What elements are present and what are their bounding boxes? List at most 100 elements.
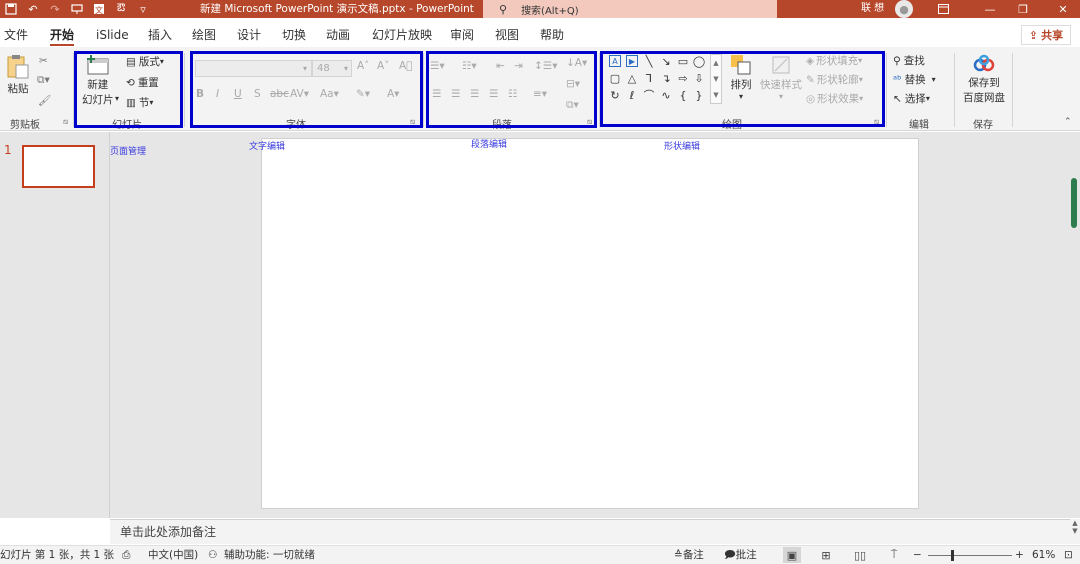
baidu-cloud-icon xyxy=(973,54,995,72)
tab-help[interactable]: 帮助 xyxy=(540,24,564,46)
tab-insert[interactable]: 插入 xyxy=(148,24,172,46)
copy-icon[interactable]: ⧉▾ xyxy=(37,74,50,87)
slide-info: 幻灯片 第 1 张，共 1 张 xyxy=(0,549,115,561)
paste-button[interactable]: 粘贴 xyxy=(6,53,30,96)
zoom-in-icon[interactable]: + xyxy=(1015,546,1024,564)
tab-animations[interactable]: 动画 xyxy=(326,24,350,46)
workspace: 1 xyxy=(0,132,1080,518)
clipboard-group-label: 剪贴板 xyxy=(10,120,40,131)
tab-home[interactable]: 开始 xyxy=(50,24,75,46)
highlight-font-group xyxy=(190,51,423,128)
find-button[interactable]: ⚲ 查找 xyxy=(893,53,925,68)
chevron-down-icon: ▾ xyxy=(925,94,930,103)
accessibility-status[interactable]: 辅助功能: 一切就绪 xyxy=(224,546,315,564)
chevron-down-icon[interactable]: ▼ xyxy=(1070,527,1080,535)
share-label: 共享 xyxy=(1041,29,1064,42)
search-icon: ⚲ xyxy=(499,2,508,16)
ribbon-tabs: 文件 开始 iSlide 插入 绘图 设计 切换 动画 幻灯片放映 审阅 视图 … xyxy=(0,24,1080,46)
annotation-text-editing: 文字编辑 xyxy=(249,142,286,152)
highlight-drawing-group xyxy=(600,51,885,127)
slide-sorter-icon[interactable]: ⊞ xyxy=(817,547,835,563)
notes-toggle[interactable]: ≙备注 xyxy=(674,546,704,564)
translate-icon[interactable]: 文 xyxy=(88,0,110,18)
ribbon-display-icon[interactable] xyxy=(928,0,958,18)
language-status[interactable]: 中文(中国) xyxy=(148,546,198,564)
tab-islide[interactable]: iSlide xyxy=(96,24,129,46)
svg-text:文: 文 xyxy=(95,5,103,15)
replace-label: 替换 xyxy=(904,74,926,86)
zoom-slider-thumb[interactable] xyxy=(951,550,954,561)
avatar[interactable]: ● xyxy=(895,0,913,18)
notes-pane[interactable]: 单击此处添加备注 xyxy=(110,519,1070,544)
present-icon[interactable] xyxy=(66,0,88,18)
zoom-slider-track[interactable] xyxy=(928,555,1012,556)
save-to-label-1: 保存到 xyxy=(968,77,1000,89)
normal-view-icon[interactable]: ▣ xyxy=(783,547,801,563)
save-icon[interactable] xyxy=(0,0,22,18)
shapes-icon[interactable]: ఔ xyxy=(110,0,132,18)
paste-label: 粘贴 xyxy=(7,83,29,95)
select-button[interactable]: ↖ 选择 ▾ xyxy=(893,91,930,106)
quick-access-toolbar: ↶ ↷ 文 ఔ ▿ xyxy=(0,0,154,18)
notes-scrollbar[interactable]: ▲ ▼ xyxy=(1070,519,1080,544)
comments-label: 批注 xyxy=(735,549,757,561)
chevron-up-icon[interactable]: ▲ xyxy=(1070,519,1080,527)
thumbnail-pane: 1 xyxy=(0,132,110,518)
undo-icon[interactable]: ↶ xyxy=(22,0,44,18)
slide-number: 1 xyxy=(4,143,12,157)
tab-transitions[interactable]: 切换 xyxy=(282,24,306,46)
tab-file[interactable]: 文件 xyxy=(4,24,28,46)
slide-canvas[interactable] xyxy=(261,138,919,509)
zoom-out-icon[interactable]: − xyxy=(913,546,922,564)
fit-slide-icon[interactable]: ⊡ xyxy=(1064,546,1073,564)
customize-qat-icon[interactable]: ▿ xyxy=(132,0,154,18)
chevron-down-icon: ▾ xyxy=(931,75,936,84)
zoom-level[interactable]: 61% xyxy=(1032,546,1055,564)
user-name[interactable]: 联 想 xyxy=(861,0,884,18)
annotation-shape-editing: 形状编辑 xyxy=(664,142,701,152)
separator xyxy=(184,53,185,127)
close-icon[interactable]: ✕ xyxy=(1048,0,1078,18)
separator xyxy=(886,53,887,127)
tab-review[interactable]: 审阅 xyxy=(450,24,474,46)
status-bar: 幻灯片 第 1 张，共 1 张 ⎙ 中文(中国) ⚇ 辅助功能: 一切就绪 ≙备… xyxy=(0,545,1080,564)
reading-view-icon[interactable]: ▯▯ xyxy=(851,547,869,563)
save-group-label: 保存 xyxy=(973,120,993,131)
search-label: 搜索(Alt+Q) xyxy=(521,5,579,17)
share-button[interactable]: ⇪ 共享 xyxy=(1021,25,1071,45)
notes-label: 备注 xyxy=(682,549,704,561)
minimize-icon[interactable]: — xyxy=(975,0,1005,18)
annotation-paragraph-editing: 段落编辑 xyxy=(471,140,508,150)
accessibility-icon[interactable]: ⚇ xyxy=(208,546,217,564)
cut-icon[interactable]: ✂ xyxy=(39,55,48,67)
separator xyxy=(1012,53,1013,127)
replace-button[interactable]: ᵃᵇ 替换 ▾ xyxy=(893,72,936,87)
search-box[interactable]: ⚲ 搜索(Alt+Q) xyxy=(483,0,777,18)
spellcheck-icon[interactable]: ⎙ xyxy=(122,546,130,564)
format-painter-icon[interactable]: 🖌 xyxy=(38,94,51,107)
scrollbar-thumb[interactable] xyxy=(1071,178,1077,228)
highlight-paragraph-group xyxy=(426,51,597,128)
editing-group-label: 编辑 xyxy=(909,120,929,131)
replace-icon: ᵃᵇ xyxy=(893,73,902,86)
slide-thumbnail[interactable] xyxy=(22,145,95,188)
slideshow-view-icon[interactable]: ⍑ xyxy=(885,547,903,563)
highlight-slides-group xyxy=(74,51,183,128)
clipboard-launcher-icon[interactable]: ⧅ xyxy=(63,117,68,127)
restore-icon[interactable]: ❐ xyxy=(1008,0,1038,18)
tab-draw[interactable]: 绘图 xyxy=(192,24,216,46)
separator xyxy=(954,53,955,127)
comments-toggle[interactable]: 🗩批注 xyxy=(724,546,757,564)
collapse-ribbon-icon[interactable]: ⌃ xyxy=(1064,117,1072,127)
title-bar: ↶ ↷ 文 ఔ ▿ 新建 Microsoft PowerPoint 演示文稿.p… xyxy=(0,0,1080,18)
save-to-baidu-button[interactable]: 保存到 百度网盘 xyxy=(963,53,1005,105)
comment-icon: 🗩 xyxy=(724,549,736,561)
share-icon: ⇪ xyxy=(1028,28,1039,42)
separator xyxy=(423,53,424,127)
annotation-page-management: 页面管理 xyxy=(110,147,147,157)
redo-icon[interactable]: ↷ xyxy=(44,0,66,18)
tab-view[interactable]: 视图 xyxy=(495,24,519,46)
tab-design[interactable]: 设计 xyxy=(237,24,261,46)
search-icon: ⚲ xyxy=(893,54,901,67)
tab-slideshow[interactable]: 幻灯片放映 xyxy=(372,24,432,46)
